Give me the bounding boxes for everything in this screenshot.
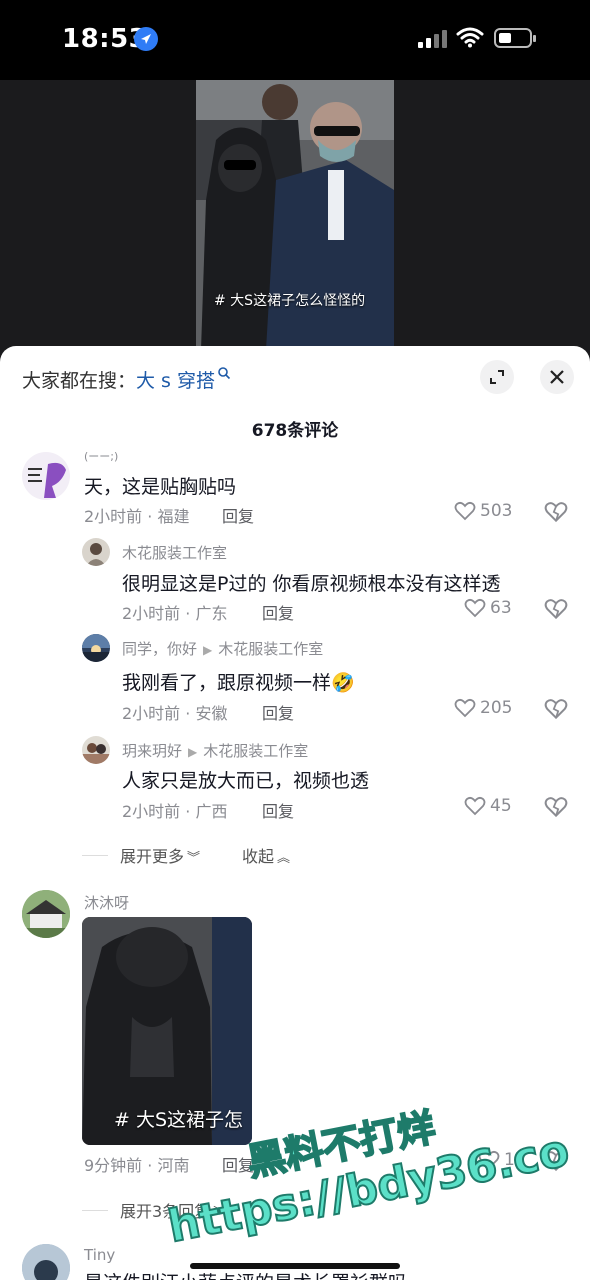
- broken-heart-icon: [544, 797, 568, 818]
- like-button[interactable]: 63: [464, 598, 512, 618]
- expand-more-label: 展开更多: [120, 847, 185, 866]
- comment-text: 我刚看了，跟原视频一样🤣: [122, 672, 355, 694]
- broken-heart-icon: [544, 699, 568, 720]
- avatar[interactable]: [22, 452, 70, 500]
- battery-icon: [494, 28, 536, 48]
- expand-replies-label: 展开3条回复: [120, 1202, 211, 1221]
- like-button[interactable]: 45: [464, 796, 512, 816]
- collapse-button[interactable]: 收起 ︽: [242, 843, 290, 867]
- comment-sheet: 大家都在搜：大 s 穿搭 678条评论 (ーー;) 天，这是贴胸贴吗 2小时前 …: [0, 346, 590, 1280]
- comment-text: 人家只是放大而已，视频也透: [122, 770, 370, 792]
- expand-replies-button[interactable]: 展开3条回复 ︾: [120, 1198, 226, 1222]
- comment-time-location: 2小时前 · 广西: [122, 802, 228, 821]
- reply-button[interactable]: 回复: [222, 1152, 254, 1176]
- avatar[interactable]: [22, 1244, 70, 1280]
- video-player[interactable]: # 大S这裙子怎么怪怪的: [0, 80, 590, 370]
- chevron-down-icon: ︾: [213, 1206, 227, 1221]
- cellular-signal-icon: [418, 30, 447, 48]
- comment-username[interactable]: Tiny: [84, 1246, 115, 1264]
- reply-arrow-icon: ▶: [203, 643, 213, 657]
- thread-controls: 展开更多 ︾ 收起 ︽: [82, 843, 290, 867]
- comment-username[interactable]: 木花服装工作室: [122, 542, 227, 563]
- chevron-down-icon: ︾: [187, 851, 201, 866]
- search-icon: [218, 367, 231, 380]
- expand-more-button[interactable]: 展开更多 ︾: [120, 843, 200, 867]
- avatar[interactable]: [82, 634, 110, 662]
- avatar[interactable]: [82, 736, 110, 764]
- divider: [82, 1209, 108, 1211]
- wifi-icon: [456, 26, 484, 52]
- dislike-button[interactable]: [544, 501, 568, 527]
- close-icon: [550, 370, 564, 384]
- reply-target[interactable]: 木花服装工作室: [218, 640, 323, 658]
- like-count: 63: [490, 598, 512, 618]
- heart-icon: [454, 698, 476, 718]
- like-button[interactable]: 205: [454, 698, 512, 718]
- like-count: 205: [480, 698, 513, 718]
- reply-author[interactable]: 玥来玥好: [122, 742, 182, 760]
- dislike-button[interactable]: [544, 598, 568, 624]
- search-suggestion-prefix: 大家都在搜：: [22, 370, 137, 392]
- home-indicator[interactable]: [190, 1263, 400, 1269]
- reply-button[interactable]: 回复: [262, 600, 294, 624]
- search-suggestion-term[interactable]: 大 s 穿搭: [136, 370, 215, 392]
- comment-time-location: 9分钟前 · 河南: [84, 1156, 190, 1175]
- dislike-button[interactable]: [544, 698, 568, 724]
- location-arrow-icon: [134, 27, 158, 51]
- comment-time-location: 2小时前 · 安徽: [122, 704, 228, 723]
- like-count: 503: [480, 501, 513, 521]
- broken-heart-icon: [544, 599, 568, 620]
- reply-author[interactable]: 同学，你好: [122, 640, 197, 658]
- heart-icon: [454, 501, 476, 521]
- collapse-label: 收起: [242, 847, 275, 866]
- comment-username[interactable]: 沐沐呀: [84, 892, 129, 913]
- comment-time-location: 2小时前 · 福建: [84, 507, 190, 526]
- comment-count: 678条评论: [251, 421, 339, 441]
- comment-text: 是这件別汪小菲点评的是术长罩衫群吗: [84, 1268, 407, 1280]
- comment-username[interactable]: (ーー;): [84, 448, 118, 464]
- expand-icon: [490, 370, 504, 384]
- status-bar: 18:53: [0, 0, 590, 80]
- avatar[interactable]: [22, 890, 70, 938]
- like-count: 45: [490, 796, 512, 816]
- expand-button[interactable]: [480, 360, 514, 394]
- reply-button[interactable]: 回复: [262, 798, 294, 822]
- heart-icon: [464, 796, 486, 816]
- broken-heart-icon: [544, 502, 568, 523]
- chevron-up-icon: ︽: [277, 851, 291, 866]
- reply-button[interactable]: 回复: [222, 503, 254, 527]
- dislike-button[interactable]: [544, 1150, 568, 1176]
- reply-target[interactable]: 木花服装工作室: [203, 742, 308, 760]
- close-button[interactable]: [540, 360, 574, 394]
- like-button[interactable]: 503: [454, 501, 512, 521]
- video-caption: # 大S这裙子怎么怪怪的: [214, 293, 366, 309]
- like-button[interactable]: 1: [478, 1150, 515, 1170]
- heart-icon: [464, 598, 486, 618]
- divider: [82, 854, 108, 856]
- comment-text: 天，这是贴胸贴吗: [84, 476, 237, 498]
- like-count: 1: [504, 1150, 515, 1170]
- comment-image-caption: # 大S这裙子怎: [114, 1109, 244, 1131]
- avatar[interactable]: [82, 538, 110, 566]
- broken-heart-icon: [544, 1151, 568, 1172]
- reply-arrow-icon: ▶: [188, 745, 198, 759]
- reply-button[interactable]: 回复: [262, 700, 294, 724]
- heart-icon: [478, 1150, 500, 1170]
- video-frame[interactable]: # 大S这裙子怎么怪怪的: [196, 80, 394, 350]
- thread-controls: 展开3条回复 ︾: [82, 1198, 226, 1222]
- comment-text: 很明显这是P过的 你看原视频根本没有这样透: [122, 573, 501, 595]
- comment-time-location: 2小时前 · 广东: [122, 604, 228, 623]
- comment-username[interactable]: 玥来玥好 ▶ 木花服装工作室: [122, 740, 308, 761]
- search-suggestion[interactable]: 大家都在搜：大 s 穿搭: [22, 366, 231, 393]
- comment-image[interactable]: # 大S这裙子怎: [82, 917, 252, 1145]
- dislike-button[interactable]: [544, 796, 568, 822]
- comment-username[interactable]: 同学，你好 ▶ 木花服装工作室: [122, 638, 323, 659]
